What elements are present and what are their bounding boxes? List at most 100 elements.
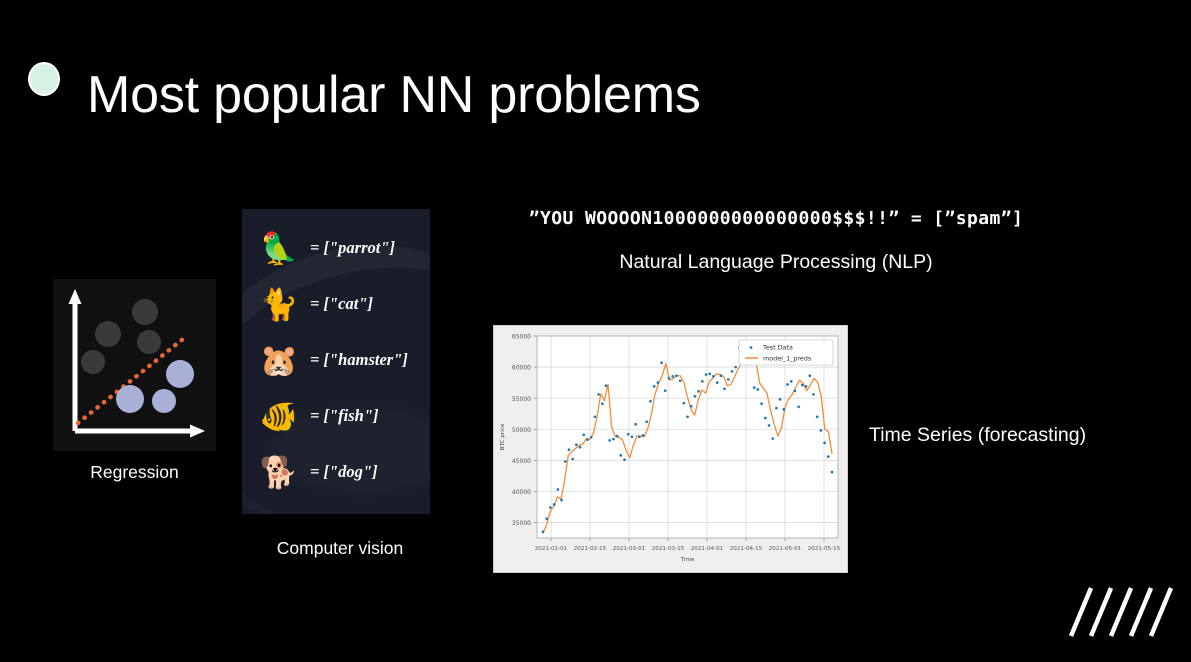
regression-point-lower	[116, 385, 144, 413]
computer-vision-panel: 🦜 = ["parrot"] 🐈 = ["cat"] 🐹 = ["hamster…	[242, 209, 430, 514]
time-series-chart-svg: 35000 40000 45000 50000 55000 60000 65000 2021-…	[494, 326, 847, 572]
chart-xtick-label: 2021-04-15	[730, 546, 763, 552]
chart-point-test-data	[723, 387, 726, 391]
chart-point-test-data	[797, 405, 800, 409]
chart-point-test-data	[752, 386, 756, 389]
parrot-emoji: 🦜	[259, 230, 299, 266]
chart-point-test-data	[763, 416, 767, 420]
list-item: 🦜 = ["parrot"]	[242, 220, 430, 276]
regression-point-lower	[166, 360, 194, 388]
chart-point-test-data	[815, 415, 819, 419]
chart-point-test-data	[756, 388, 760, 391]
time-series-block: 35000 40000 45000 50000 55000 60000 65000 2021-…	[493, 325, 848, 573]
chart-point-test-data	[578, 445, 582, 449]
slash-icon	[1108, 587, 1134, 637]
chart-point-test-data	[819, 429, 823, 432]
chart-point-test-data	[652, 384, 656, 388]
chart-point-test-data	[600, 402, 604, 406]
chart-point-test-data	[582, 433, 586, 437]
chart-point-test-data	[541, 530, 545, 534]
chart-point-test-data	[760, 402, 763, 406]
chart-ytick-label: 60000	[512, 365, 531, 372]
chart-point-test-data	[697, 389, 700, 393]
chart-point-test-data	[767, 424, 771, 427]
cv-label: = ["cat"]	[310, 294, 373, 313]
chart-point-test-data	[608, 439, 612, 442]
fish-emoji: 🐠	[259, 398, 299, 434]
regression-figure	[53, 279, 216, 451]
chart-point-test-data	[812, 393, 815, 396]
chart-point-test-data	[830, 470, 834, 474]
chart-xtick-label: 2021-03-01	[613, 546, 646, 552]
cat-emoji: 🐈	[259, 286, 299, 322]
chart-point-test-data	[556, 488, 560, 491]
cv-label: = ["fish"]	[310, 406, 379, 425]
chart-point-test-data	[634, 422, 637, 426]
chart-point-test-data	[660, 361, 663, 365]
chart-point-test-data	[715, 381, 719, 384]
chart-point-test-data	[567, 448, 571, 452]
slash-icon	[1088, 587, 1114, 637]
chart-point-test-data	[708, 372, 712, 376]
slash-icon	[1148, 587, 1173, 637]
chart-ytick-label: 35000	[512, 520, 531, 527]
chart-xtick-label: 2021-04-01	[691, 546, 724, 552]
chart-point-test-data	[704, 373, 708, 376]
time-series-caption: Time Series (forecasting)	[869, 424, 1087, 446]
chart-point-test-data	[671, 375, 675, 378]
chart-point-test-data	[630, 435, 634, 439]
regression-point-upper	[95, 321, 121, 347]
cv-label: = ["parrot"]	[310, 238, 396, 257]
chart-point-test-data	[682, 401, 686, 405]
chart-xtick-label: 2021-05-15	[808, 546, 841, 552]
chart-point-test-data	[826, 455, 830, 458]
chart-point-test-data	[641, 434, 645, 437]
chart-point-test-data	[778, 398, 782, 401]
chart-point-test-data	[726, 378, 730, 381]
chart-point-test-data	[789, 380, 793, 383]
chart-point-test-data	[801, 383, 804, 387]
chart-point-test-data	[645, 420, 649, 424]
chart-plot-background	[537, 336, 838, 538]
chart-point-test-data	[804, 384, 808, 388]
slash-icon	[1128, 587, 1154, 637]
computer-vision-block: 🦜 = ["parrot"] 🐈 = ["cat"] 🐹 = ["hamster…	[242, 209, 430, 559]
chart-point-test-data	[604, 384, 608, 388]
chart-point-test-data	[589, 435, 593, 439]
chart-point-test-data	[586, 438, 589, 442]
chart-xtick-label: 2021-05-01	[769, 546, 802, 552]
chart-xtick-label: 2021-03-15	[652, 546, 685, 552]
corner-slashes-decoration	[1068, 587, 1173, 637]
chart-point-test-data	[571, 457, 574, 461]
chart-point-test-data	[649, 399, 652, 403]
regression-block: Regression	[53, 279, 216, 483]
chart-point-test-data	[563, 460, 567, 463]
computer-vision-rows: 🦜 = ["parrot"] 🐈 = ["cat"] 🐹 = ["hamster…	[242, 209, 430, 500]
chart-point-test-data	[667, 376, 671, 380]
chart-point-test-data	[786, 383, 789, 386]
chart-point-test-data	[626, 432, 630, 436]
chart-point-test-data	[560, 498, 563, 502]
regression-caption: Regression	[90, 462, 179, 482]
cv-label: = ["dog"]	[310, 462, 378, 481]
chart-point-test-data	[678, 379, 682, 383]
chart-point-test-data	[712, 375, 715, 378]
chart-point-test-data	[775, 406, 778, 410]
chart-ytick-label: 65000	[512, 334, 531, 341]
chart-ytick-label: 45000	[512, 458, 531, 465]
nlp-code-example: ”YOU WOOOON1000000000000000$$$!!” = [”sp…	[528, 208, 1024, 229]
chart-point-test-data	[656, 381, 660, 384]
chart-point-test-data	[793, 389, 797, 393]
regression-point-upper	[81, 350, 105, 374]
chart-point-test-data	[612, 437, 615, 441]
list-item: 🐈 = ["cat"]	[242, 276, 430, 332]
chart-point-test-data	[593, 415, 597, 419]
chart-point-test-data	[689, 404, 693, 408]
nlp-caption: Natural Language Processing (NLP)	[619, 250, 933, 273]
chart-point-test-data	[637, 435, 641, 439]
chart-point-test-data	[623, 458, 626, 462]
chart-point-test-data	[734, 365, 738, 369]
chart-point-test-data	[675, 374, 678, 378]
chart-xlabel: Time	[680, 557, 695, 563]
chart-point-test-data	[545, 517, 549, 521]
